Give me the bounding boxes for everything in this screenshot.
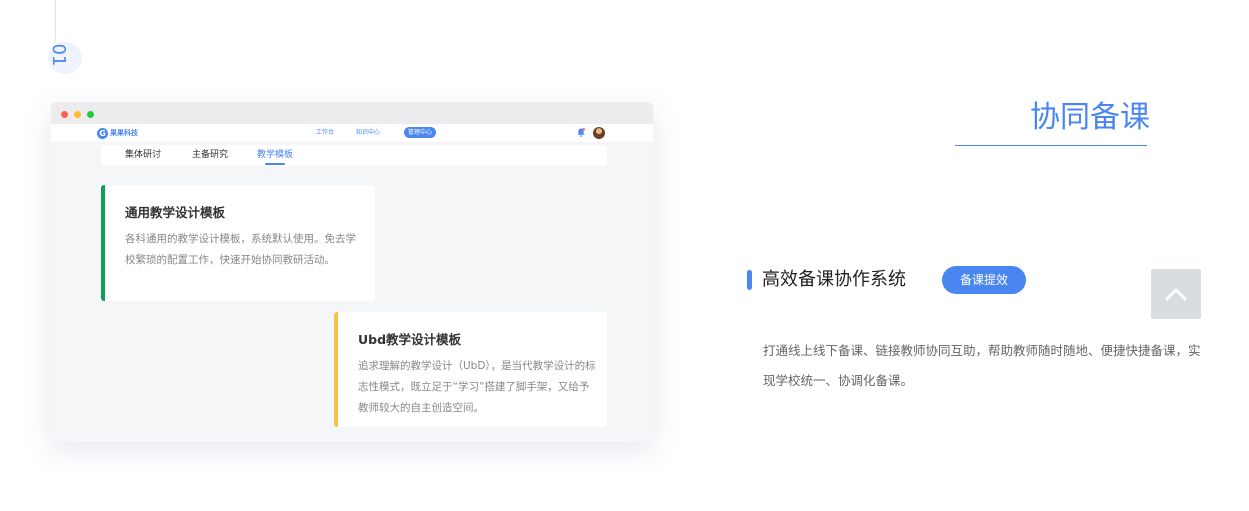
feature-badge: 备课提效 (942, 266, 1026, 294)
window-titlebar (51, 102, 653, 124)
app-logo[interactable]: G 果果科技 (97, 127, 138, 139)
tab-lead-preparation[interactable]: 主备研究 (192, 150, 228, 161)
nav-item-management-center[interactable]: 管理中心 (404, 127, 437, 138)
chevron-up-icon (1165, 288, 1187, 301)
feature-description: 打通线上线下备课、链接教师协同互助，帮助教师随时随地、便捷快捷备课，实现学校统一… (763, 343, 1201, 388)
feature-title: 协同备课 (1030, 100, 1150, 135)
template-card-general[interactable]: 通用教学设计模板 各科通用的教学设计模板，系统默认使用。免去学校繁琐的配置工作，… (101, 185, 375, 301)
back-to-top-button[interactable] (1151, 269, 1201, 319)
bell-icon[interactable] (577, 128, 585, 137)
app-top-nav: G 果果科技 工作台 知识中心 管理中心 (51, 124, 653, 142)
window-maximize-dot (87, 111, 94, 118)
nav-item-workbench[interactable]: 工作台 (316, 128, 334, 138)
title-underline (955, 145, 1147, 146)
tab-teaching-templates[interactable]: 教学模板 (257, 150, 293, 161)
nav-item-knowledge-center[interactable]: 知识中心 (356, 128, 380, 138)
step-connector-line (55, 0, 56, 42)
step-number: 01 (48, 43, 69, 67)
avatar[interactable] (593, 127, 605, 139)
subtab-bar: 集体研讨 主备研究 教学模板 (101, 145, 607, 166)
feature-subheading: 高效备课协作系统 (762, 269, 906, 290)
card-title: 通用教学设计模板 (125, 205, 226, 220)
card-title: Ubd教学设计模板 (358, 332, 462, 347)
logo-text: 果果科技 (110, 129, 138, 137)
window-close-dot (61, 111, 68, 118)
card-description: 追求理解的教学设计（UbD），是当代教学设计的标志性模式，既立足于“学习”搭建了… (358, 360, 596, 414)
template-card-ubd[interactable]: Ubd教学设计模板 追求理解的教学设计（UbD），是当代教学设计的标志性模式，既… (334, 312, 607, 427)
subheading-accent-bar (747, 270, 752, 290)
window-minimize-dot (74, 111, 81, 118)
logo-icon: G (97, 127, 108, 139)
card-description: 各科通用的教学设计模板，系统默认使用。免去学校繁琐的配置工作，快速开始协同教研活… (125, 233, 356, 266)
tab-group-discussion[interactable]: 集体研讨 (125, 150, 161, 161)
active-tab-indicator (265, 163, 285, 165)
browser-mockup-window: G 果果科技 工作台 知识中心 管理中心 集体研讨 主备研究 教学模板 通用教学… (51, 102, 653, 442)
